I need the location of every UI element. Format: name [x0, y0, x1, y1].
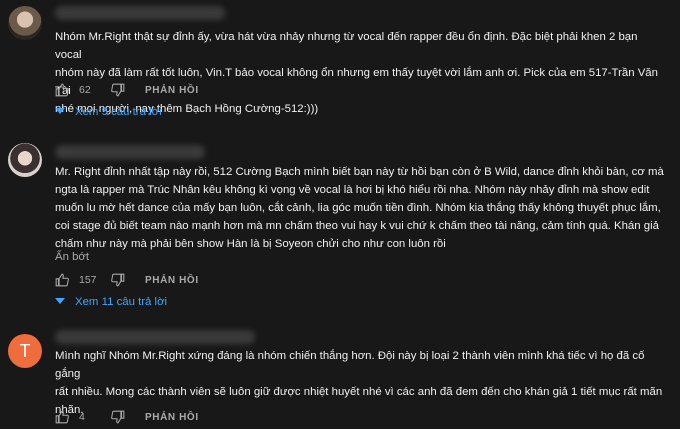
comment-text: Mr. Right đỉnh nhất tập này rồi, 512 Cườ…	[55, 163, 665, 253]
avatar-letter: T	[19, 340, 31, 361]
show-less-button[interactable]: Ẩn bớt	[55, 251, 89, 263]
thumbs-down-icon[interactable]	[111, 410, 125, 424]
caret-down-icon	[55, 106, 65, 118]
like-count: 4	[79, 411, 85, 423]
comment-line: chấm như này mà phải bên show Hàn là bị …	[55, 238, 446, 250]
view-replies-button[interactable]: Xem 5 câu trả lời	[55, 106, 162, 118]
comment-line: Mình nghĩ Nhóm Mr.Right xứng đáng là nhó…	[55, 350, 645, 380]
avatar[interactable]	[8, 143, 42, 177]
comment-line: Nhóm Mr.Right thật sự đỉnh ấy, vừa hát v…	[55, 31, 638, 61]
comment-line: ngta là rapper mà Trúc Nhân kêu không kì…	[55, 184, 650, 196]
comment-actions: 62 PHẢN HỒI	[55, 80, 199, 100]
view-replies-button[interactable]: Xem 11 câu trả lời	[55, 296, 167, 308]
author-name-redacted	[55, 6, 225, 20]
like-count: 157	[79, 274, 97, 286]
comment-line: rất nhiều. Mong các thành viên sẽ luôn g…	[55, 386, 663, 398]
comment-text: Nhóm Mr.Right thật sự đỉnh ấy, vừa hát v…	[55, 28, 665, 118]
like-count: 62	[79, 84, 91, 96]
reply-button[interactable]: PHẢN HỒI	[145, 85, 199, 96]
author-name-redacted	[55, 145, 205, 159]
caret-down-icon	[55, 296, 65, 308]
view-replies-label: Xem 5 câu trả lời	[75, 106, 162, 118]
comment-actions: 157 PHẢN HỒI	[55, 270, 199, 290]
thumbs-down-icon[interactable]	[111, 273, 125, 287]
comment-line: muốn lu mờ hết dance của mấy bạn luôn, c…	[55, 202, 661, 214]
comment-line: coi stage đủ biết team nào mạnh hơn mà m…	[55, 220, 659, 232]
view-replies-label: Xem 11 câu trả lời	[75, 296, 168, 308]
comment-actions: 4 PHẢN HỒI	[55, 407, 199, 427]
thumbs-up-icon[interactable]	[55, 410, 69, 424]
reply-button[interactable]: PHẢN HỒI	[145, 275, 199, 286]
thumbs-up-icon[interactable]	[55, 83, 69, 97]
comment-line: Mr. Right đỉnh nhất tập này rồi, 512 Cườ…	[55, 166, 664, 178]
thumbs-down-icon[interactable]	[111, 83, 125, 97]
author-name-redacted	[55, 330, 255, 344]
thumbs-up-icon[interactable]	[55, 273, 69, 287]
reply-button[interactable]: PHẢN HỒI	[145, 412, 199, 423]
avatar[interactable]	[8, 6, 42, 40]
avatar[interactable]: T	[8, 334, 42, 368]
